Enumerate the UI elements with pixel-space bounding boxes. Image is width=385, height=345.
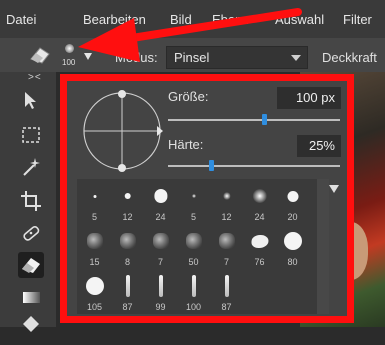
brush-preset-shape bbox=[124, 192, 131, 200]
brush-preset-shape bbox=[191, 275, 196, 297]
brush-preset-size-label: 105 bbox=[86, 302, 103, 312]
hardness-label: Härte: bbox=[168, 137, 204, 152]
brush-preset-size-label: 80 bbox=[287, 257, 298, 267]
brush-preset-size-label: 99 bbox=[155, 302, 166, 312]
brush-preset-size-label: 15 bbox=[89, 257, 100, 267]
size-label: Größe: bbox=[168, 89, 209, 104]
crop-tool-icon[interactable] bbox=[18, 188, 44, 214]
brush-preset-item[interactable]: 20 bbox=[276, 182, 309, 223]
brush-preset-shape bbox=[119, 233, 136, 249]
left-toolbar: >< bbox=[0, 72, 56, 332]
eraser-tool-icon[interactable] bbox=[18, 252, 44, 278]
brush-preset-item[interactable]: 7 bbox=[210, 227, 243, 268]
eraser-icon[interactable] bbox=[28, 43, 52, 67]
brush-preset-size-label: 87 bbox=[122, 302, 133, 312]
brush-preset-item[interactable]: 87 bbox=[210, 272, 243, 313]
brush-preset-shape bbox=[191, 194, 196, 198]
menu-datei[interactable]: Datei bbox=[6, 12, 36, 27]
brush-preset-item[interactable]: 12 bbox=[210, 182, 243, 223]
brush-preset-shape bbox=[152, 233, 169, 249]
move-tool-icon[interactable] bbox=[18, 88, 44, 114]
red-arrow-icon bbox=[78, 8, 302, 62]
brush-preset-item[interactable]: 50 bbox=[177, 227, 210, 268]
size-slider-thumb[interactable] bbox=[262, 114, 268, 125]
brush-preset-shape bbox=[287, 190, 298, 202]
brush-preset-size-label: 24 bbox=[254, 212, 265, 222]
brush-preset-item[interactable]: 99 bbox=[144, 272, 177, 313]
brush-preset-size-label: 24 bbox=[155, 212, 166, 222]
brush-preset-shape bbox=[218, 233, 235, 249]
size-value-field[interactable]: 100 px bbox=[277, 87, 341, 109]
opacity-label: Deckkraft bbox=[322, 50, 377, 65]
gradient-tool-icon[interactable] bbox=[18, 284, 44, 310]
brush-preset-size-label: 76 bbox=[254, 257, 265, 267]
brush-preset-size-label: 20 bbox=[287, 212, 298, 222]
menu-filter[interactable]: Filter bbox=[343, 12, 372, 27]
brush-preset-item[interactable]: 5 bbox=[78, 182, 111, 223]
brush-preset-shape bbox=[85, 277, 104, 295]
brush-preset-item[interactable]: 8 bbox=[111, 227, 144, 268]
hardness-value-field[interactable]: 25% bbox=[297, 135, 341, 157]
brush-preset-size-label: 7 bbox=[223, 257, 229, 267]
brush-preset-size-label: 7 bbox=[157, 257, 163, 267]
brush-preset-shape bbox=[224, 275, 229, 297]
brush-preset-item[interactable]: 100 bbox=[177, 272, 210, 313]
brush-preset-item[interactable]: 87 bbox=[111, 272, 144, 313]
brush-preset-item[interactable]: 7 bbox=[144, 227, 177, 268]
hardness-slider-track[interactable] bbox=[168, 165, 340, 167]
brush-preset-shape bbox=[93, 194, 96, 198]
brush-preset-size-label: 12 bbox=[122, 212, 133, 222]
brush-preset-size-label: 5 bbox=[190, 212, 196, 222]
size-slider-track[interactable] bbox=[168, 119, 340, 121]
brush-preset-size-label: 5 bbox=[91, 212, 97, 222]
brush-preset-shape bbox=[158, 275, 163, 297]
triangle-down-icon[interactable] bbox=[329, 185, 339, 193]
brush-preset-size-label: 100 bbox=[185, 302, 202, 312]
brush-angle-wheel[interactable] bbox=[81, 90, 163, 172]
magic-wand-icon[interactable] bbox=[18, 154, 44, 180]
brush-preset-shape bbox=[153, 189, 168, 203]
brush-preset-item[interactable]: 24 bbox=[144, 182, 177, 223]
brush-preset-item[interactable]: 12 bbox=[111, 182, 144, 223]
brush-preset-size-label: 8 bbox=[124, 257, 130, 267]
brush-preset-size-label: 87 bbox=[221, 302, 232, 312]
brush-preset-shape bbox=[185, 233, 202, 249]
brush-preset-item[interactable]: 80 bbox=[276, 227, 309, 268]
brush-grid-scrollbar[interactable] bbox=[317, 179, 329, 314]
brush-preset-shape bbox=[252, 188, 267, 204]
brush-preset-shape bbox=[222, 192, 231, 200]
brush-preset-item[interactable]: 5 bbox=[177, 182, 210, 223]
healing-tool-icon[interactable] bbox=[18, 220, 44, 246]
brush-preset-item[interactable]: 15 bbox=[78, 227, 111, 268]
hardness-slider-thumb[interactable] bbox=[209, 160, 214, 171]
brush-preset-shape bbox=[125, 275, 130, 297]
brush-panel: Größe: 100 px Härte: 25% 5 12 24 5 12 24 20 15 8… bbox=[60, 74, 354, 323]
brush-preset-item[interactable]: 105 bbox=[78, 272, 111, 313]
brush-preset-item[interactable]: 24 bbox=[243, 182, 276, 223]
brush-preset-shape bbox=[251, 235, 268, 248]
brush-preset-shape bbox=[86, 233, 103, 249]
brush-preset-item[interactable]: 76 bbox=[243, 227, 276, 268]
collapse-icon[interactable]: >< bbox=[28, 72, 42, 83]
marquee-tool-icon[interactable] bbox=[18, 122, 44, 148]
brush-preset-grid: 5 12 24 5 12 24 20 15 8 7 50 7 76 80 105 87 99 100 87 bbox=[77, 179, 317, 314]
brush-preset-shape bbox=[283, 232, 302, 250]
brush-preset-size-label: 50 bbox=[188, 257, 199, 267]
brush-preset-size-label: 12 bbox=[221, 212, 232, 222]
bucket-tool-icon[interactable] bbox=[18, 312, 44, 338]
